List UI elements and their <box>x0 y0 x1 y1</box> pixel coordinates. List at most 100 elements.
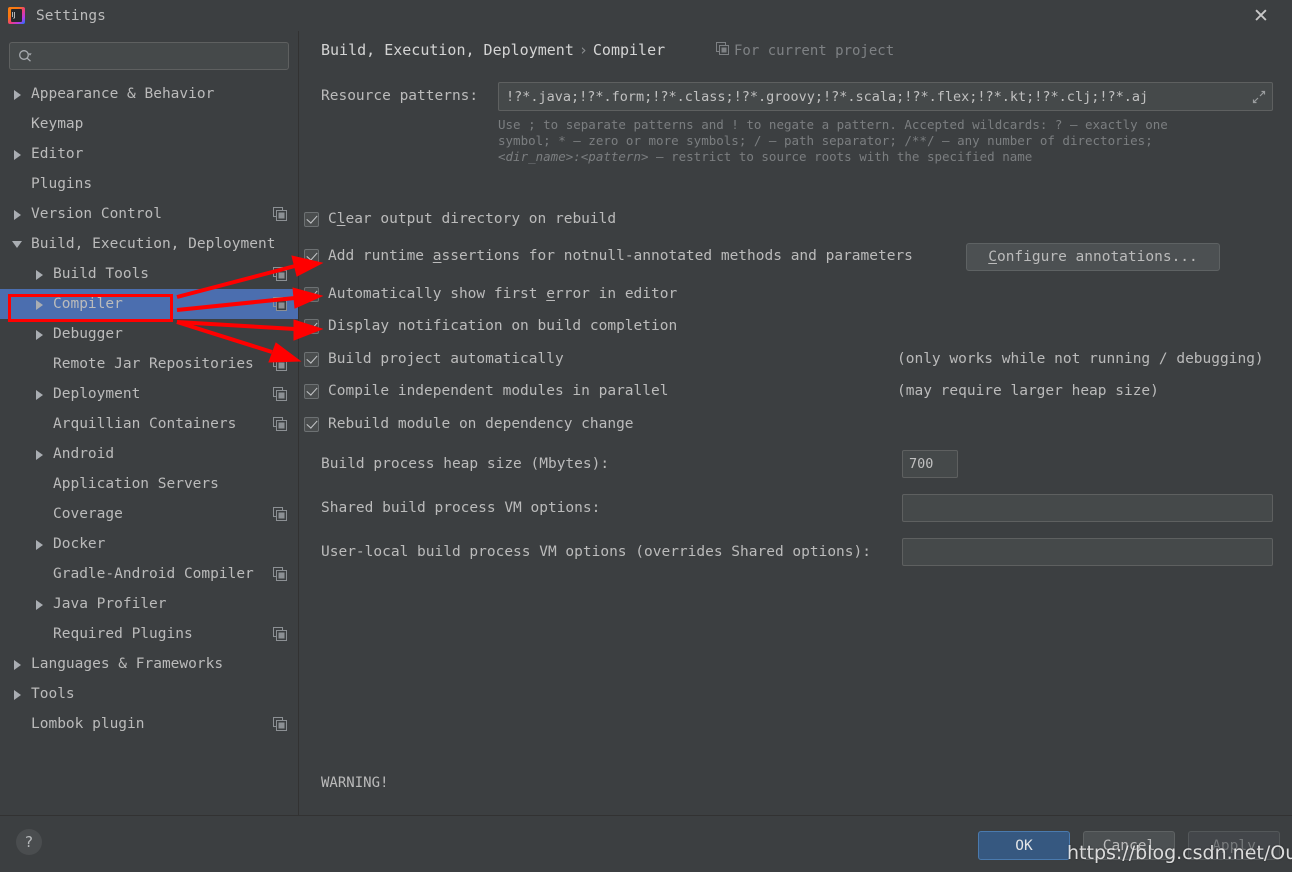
checkbox-indicator[interactable] <box>304 416 319 432</box>
chevron-right-icon[interactable] <box>34 328 47 341</box>
sidebar-item-compiler[interactable]: Compiler <box>0 289 298 319</box>
hint-line-3-rest: — restrict to source roots with the spec… <box>648 149 1033 165</box>
project-scope-icon <box>273 627 287 641</box>
userlocal-vm-options-input[interactable] <box>903 539 1272 565</box>
sidebar-item-label: Compiler <box>53 296 123 312</box>
checkbox-label-post: rror in editor <box>554 286 678 302</box>
checkbox-indicator[interactable] <box>304 248 319 264</box>
expand-icon[interactable] <box>1246 83 1272 110</box>
resource-patterns-input[interactable] <box>499 88 1246 105</box>
window-title: Settings <box>36 7 106 24</box>
chevron-right-icon[interactable] <box>12 148 25 161</box>
ok-button[interactable]: OK <box>978 831 1070 860</box>
project-scope-icon <box>273 417 287 431</box>
sidebar-item-lombok-plugin[interactable]: Lombok plugin <box>0 709 298 739</box>
sidebar-item-debugger[interactable]: Debugger <box>0 319 298 349</box>
resource-patterns-field[interactable] <box>498 82 1273 111</box>
checkbox-compile-independent-modules-in-parallel[interactable]: Compile independent modules in parallel <box>304 383 668 399</box>
settings-tree: Appearance & Behavior Keymap Editor Plugins… <box>0 79 298 739</box>
sidebar-item-application-servers[interactable]: Application Servers <box>0 469 298 499</box>
chevron-right-icon[interactable] <box>12 658 25 671</box>
checkbox-indicator[interactable] <box>304 211 319 227</box>
sidebar-item-languages-frameworks[interactable]: Languages & Frameworks <box>0 649 298 679</box>
chevron-right-icon[interactable] <box>34 598 47 611</box>
sidebar-item-android[interactable]: Android <box>0 439 298 469</box>
sidebar-item-label: Coverage <box>53 506 123 522</box>
chevron-right-icon[interactable] <box>12 688 25 701</box>
chevron-down-icon[interactable] <box>12 238 25 251</box>
configure-annotations-mnemonic: C <box>988 249 997 265</box>
sidebar-item-deployment[interactable]: Deployment <box>0 379 298 409</box>
checkbox-label-pre: Rebuild module on dependency change <box>328 416 634 432</box>
sidebar-item-label: Android <box>53 446 115 462</box>
resource-patterns-label: Resource patterns: <box>321 88 479 104</box>
cancel-button[interactable]: Cancel <box>1083 831 1175 860</box>
sidebar-item-keymap[interactable]: Keymap <box>0 109 298 139</box>
sidebar-item-remote-jar-repositories[interactable]: Remote Jar Repositories <box>0 349 298 379</box>
sidebar-item-docker[interactable]: Docker <box>0 529 298 559</box>
checkbox-automatically-show-first-error-in-editor[interactable]: Automatically show first error in editor <box>304 286 677 302</box>
sidebar-item-gradle-android-compiler[interactable]: Gradle-Android Compiler <box>0 559 298 589</box>
sidebar-item-java-profiler[interactable]: Java Profiler <box>0 589 298 619</box>
shared-vm-options-label: Shared build process VM options: <box>321 500 601 516</box>
chevron-right-icon[interactable] <box>34 538 47 551</box>
project-scope-icon <box>273 267 287 281</box>
sidebar-item-appearance-behavior[interactable]: Appearance & Behavior <box>0 79 298 109</box>
sidebar-item-label: Docker <box>53 536 106 552</box>
sidebar-item-plugins[interactable]: Plugins <box>0 169 298 199</box>
parallel-modules-hint: (may require larger heap size) <box>897 383 1159 399</box>
breadcrumb-root[interactable]: Build, Execution, Deployment <box>321 41 574 59</box>
settings-content-panel: Build, Execution, Deployment › Compiler Fo… <box>300 31 1292 853</box>
sidebar-item-build-tools[interactable]: Build Tools <box>0 259 298 289</box>
sidebar-item-required-plugins[interactable]: Required Plugins <box>0 619 298 649</box>
chevron-right-icon[interactable] <box>12 208 25 221</box>
checkbox-rebuild-module-on-dependency-change[interactable]: Rebuild module on dependency change <box>304 416 634 432</box>
checkbox-indicator[interactable] <box>304 286 319 302</box>
chevron-right-icon[interactable] <box>34 298 47 311</box>
sidebar-item-version-control[interactable]: Version Control <box>0 199 298 229</box>
configure-annotations-button[interactable]: Configure annotations... <box>966 243 1220 271</box>
checkbox-display-notification-on-build-completion[interactable]: Display notification on build completion <box>304 318 677 334</box>
checkbox-indicator[interactable] <box>304 318 319 334</box>
sidebar-item-label: Build Tools <box>53 266 150 282</box>
apply-button[interactable]: Apply <box>1188 831 1280 860</box>
checkbox-label: Automatically show first error in editor <box>328 286 677 302</box>
checkbox-clear-output-directory-on-rebuild[interactable]: Clear output directory on rebuild <box>304 211 616 227</box>
sidebar-item-editor[interactable]: Editor <box>0 139 298 169</box>
shared-vm-options-input[interactable] <box>903 495 1272 521</box>
chevron-right-icon[interactable] <box>34 268 47 281</box>
checkbox-indicator[interactable] <box>304 383 319 399</box>
shared-vm-options-field[interactable] <box>902 494 1273 522</box>
hint-line-2: symbol; * — zero or more symbols; / — pa… <box>498 133 1153 149</box>
search-input[interactable] <box>38 48 280 64</box>
close-icon[interactable]: ✕ <box>1240 0 1282 31</box>
sidebar-item-coverage[interactable]: Coverage <box>0 499 298 529</box>
chevron-right-icon[interactable] <box>12 88 25 101</box>
search-box[interactable] <box>9 42 289 70</box>
checkbox-label: Build project automatically <box>328 351 564 367</box>
checkbox-label-mnemonic: a <box>432 248 442 264</box>
heap-size-input[interactable] <box>903 451 957 477</box>
userlocal-vm-options-label: User-local build process VM options (ove… <box>321 544 871 560</box>
sidebar-item-tools[interactable]: Tools <box>0 679 298 709</box>
sidebar-item-arquillian-containers[interactable]: Arquillian Containers <box>0 409 298 439</box>
sidebar-item-label: Deployment <box>53 386 141 402</box>
resource-patterns-hint: Use ; to separate patterns and ! to nega… <box>498 117 1258 166</box>
build-auto-hint: (only works while not running / debuggin… <box>897 351 1264 367</box>
search-icon <box>18 49 33 64</box>
project-scope-icon <box>273 387 287 401</box>
userlocal-vm-options-field[interactable] <box>902 538 1273 566</box>
checkbox-build-project-automatically[interactable]: Build project automatically <box>304 351 564 367</box>
checkbox-label-post: ssertions for notnull-annotated methods … <box>441 248 913 264</box>
checkbox-label: Add runtime assertions for notnull-annot… <box>328 248 913 264</box>
breadcrumb-separator: › <box>578 41 588 59</box>
heap-size-field[interactable] <box>902 450 958 478</box>
checkbox-add-runtime-assertions-for-notnull-annotated[interactable]: Add runtime assertions for notnull-annot… <box>304 248 913 264</box>
sidebar-item-build-execution-deployment[interactable]: Build, Execution, Deployment <box>0 229 298 259</box>
checkbox-indicator[interactable] <box>304 351 319 367</box>
chevron-right-icon[interactable] <box>34 388 47 401</box>
chevron-right-icon[interactable] <box>34 448 47 461</box>
help-button[interactable]: ? <box>16 829 42 855</box>
